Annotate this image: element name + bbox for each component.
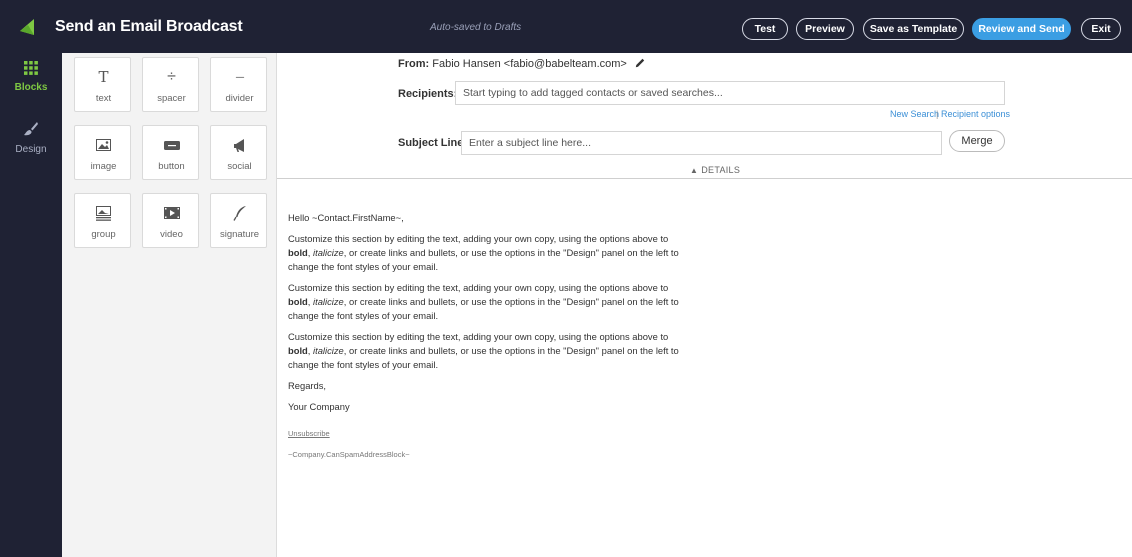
email-signature: Your Company <box>288 401 350 412</box>
block-label: social <box>227 161 252 172</box>
image-icon <box>75 136 132 154</box>
recipients-label: Recipients: <box>398 88 458 100</box>
email-regards: Regards, <box>288 380 327 391</box>
from-label: From: <box>398 58 430 70</box>
email-greeting: Hello ~Contact.FirstName~, <box>288 212 404 223</box>
unsubscribe-link[interactable]: Unsubscribe <box>288 427 688 441</box>
exit-button[interactable]: Exit <box>1081 18 1121 40</box>
rail-item-label: Blocks <box>14 82 48 93</box>
grid-icon <box>24 61 38 75</box>
save-as-template-button[interactable]: Save as Template <box>863 18 964 40</box>
link-separator: | <box>936 109 939 119</box>
block-label: signature <box>219 229 260 240</box>
group-icon <box>75 204 132 222</box>
divider-icon: ---- <box>235 72 245 82</box>
block-divider[interactable]: ---- divider <box>210 57 267 112</box>
details-label: DETAILS <box>701 165 741 175</box>
test-button[interactable]: Test <box>742 18 788 40</box>
paint-brush-icon <box>24 122 38 136</box>
from-value: Fabio Hansen <fabio@babelteam.com> <box>432 58 627 70</box>
block-label: image <box>90 161 117 172</box>
caret-up-icon: ▲ <box>690 166 699 175</box>
spacer-icon: ÷ <box>167 68 176 85</box>
button-icon <box>143 136 200 154</box>
details-toggle[interactable]: ▲ DETAILS <box>690 165 740 175</box>
recipients-input[interactable]: Start typing to add tagged contacts or s… <box>455 81 1005 105</box>
header-divider <box>277 178 1132 179</box>
recipient-options-link[interactable]: Recipient options <box>941 109 1010 119</box>
from-row: From: Fabio Hansen <fabio@babelteam.com> <box>398 58 645 70</box>
blocks-panel: T text ÷ spacer ---- divider image butto… <box>62 53 277 557</box>
pencil-icon[interactable] <box>635 58 645 68</box>
top-bar: Send an Email Broadcast Auto-saved to Dr… <box>0 0 1132 53</box>
page-title: Send an Email Broadcast <box>55 18 243 35</box>
rail-item-design[interactable]: Design <box>0 121 62 155</box>
autosave-status: Auto-saved to Drafts <box>430 22 522 33</box>
rail-item-blocks[interactable]: Blocks <box>0 61 62 93</box>
address-block: ~Company.CanSpamAddressBlock~ <box>288 450 410 459</box>
block-image[interactable]: image <box>74 125 131 180</box>
review-and-send-button[interactable]: Review and Send <box>972 18 1071 40</box>
block-group[interactable]: group <box>74 193 131 248</box>
preview-button[interactable]: Preview <box>796 18 854 40</box>
subject-line-input[interactable]: Enter a subject line here... <box>461 131 942 155</box>
video-icon <box>143 204 200 222</box>
text-icon: T <box>98 68 109 86</box>
new-search-link[interactable]: New Search <box>890 109 939 119</box>
email-canvas[interactable]: Hello ~Contact.FirstName~, Customize thi… <box>288 211 688 469</box>
block-label: group <box>91 229 116 240</box>
block-social[interactable]: social <box>210 125 267 180</box>
email-paragraph: Customize this section by editing the te… <box>288 233 679 272</box>
app-logo-icon <box>20 19 34 35</box>
block-label: divider <box>225 93 254 104</box>
block-label: button <box>158 161 185 172</box>
block-label: spacer <box>157 93 186 104</box>
megaphone-icon <box>211 136 268 154</box>
quill-icon <box>211 204 268 222</box>
block-signature[interactable]: signature <box>210 193 267 248</box>
merge-button[interactable]: Merge <box>949 130 1005 152</box>
email-paragraph: Customize this section by editing the te… <box>288 331 679 370</box>
block-button[interactable]: button <box>142 125 199 180</box>
block-video[interactable]: video <box>142 193 199 248</box>
rail-item-label: Design <box>15 144 47 155</box>
email-paragraph: Customize this section by editing the te… <box>288 282 679 321</box>
block-label: text <box>95 93 112 104</box>
block-spacer[interactable]: ÷ spacer <box>142 57 199 112</box>
block-text[interactable]: T text <box>74 57 131 112</box>
left-rail: Blocks Design <box>0 53 62 557</box>
block-label: video <box>160 229 183 240</box>
subject-line-label: Subject Line: <box>398 137 468 149</box>
